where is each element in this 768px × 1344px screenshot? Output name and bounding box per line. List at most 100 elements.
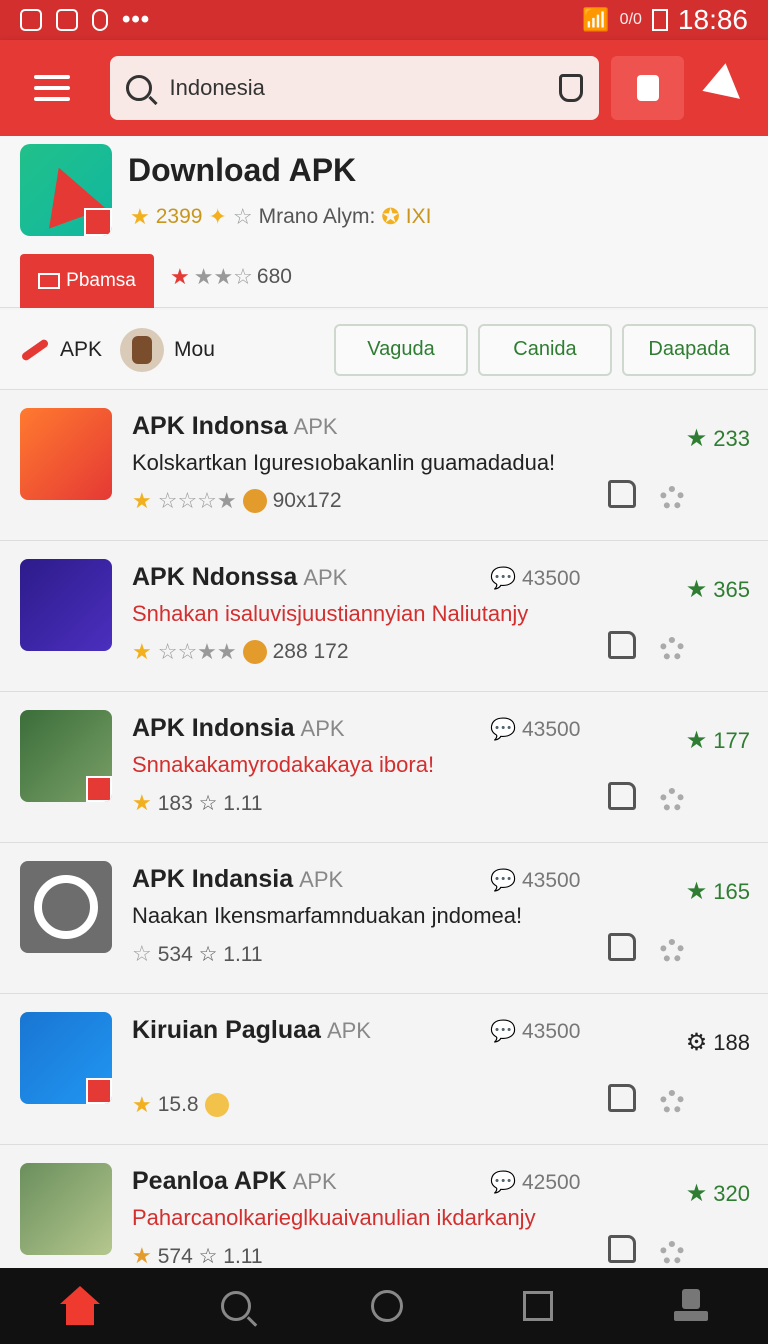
app-description: Naakan Ikensmarfamnduakan jndomea! — [132, 903, 523, 928]
like-icon[interactable] — [608, 782, 636, 810]
app-list: APK Indonsa APK Kolskartkan Iguresıobakan… — [0, 390, 768, 1281]
list-item[interactable]: APK Indonsa APK Kolskartkan Iguresıobakan… — [0, 390, 768, 541]
app-logo — [20, 144, 112, 236]
message-icon — [56, 9, 78, 31]
download-icon[interactable] — [673, 1289, 708, 1323]
category-avatar — [120, 327, 165, 372]
share-icon[interactable] — [660, 486, 684, 510]
comment-count: 💬 43500 — [490, 869, 581, 892]
app-icon — [20, 710, 112, 802]
search-icon[interactable] — [220, 1291, 251, 1321]
coin-icon — [242, 640, 267, 664]
comment-count: 💬 42500 — [490, 1171, 581, 1194]
app-title: APK Indansia APK — [132, 865, 344, 893]
share-icon[interactable] — [660, 939, 684, 963]
bolt-icon: ★ — [685, 576, 708, 603]
like-icon[interactable] — [608, 933, 636, 961]
list-item[interactable]: APK Ndonssa APK 💬 43500 Snhakan isaluvisj… — [0, 541, 768, 692]
list-item[interactable]: Kiruian Pagluaa APK 💬 43500 ★ 15.8 ⚙ 188 — [0, 994, 768, 1145]
share-icon[interactable] — [660, 1090, 684, 1114]
comment-count: 💬 43500 — [490, 1020, 581, 1043]
battery-icon — [651, 9, 668, 31]
like-icon[interactable] — [608, 631, 636, 659]
bolt-icon: ★ — [685, 1180, 708, 1207]
envelope-icon — [38, 273, 61, 289]
featured-rating-row: ★ ★★☆ 680 — [170, 264, 292, 290]
featured-rating: 2399 — [155, 205, 203, 228]
star-outline-icon: ☆ — [232, 204, 253, 229]
app-icon — [20, 559, 112, 651]
category-apk[interactable]: APK — [20, 338, 102, 362]
search-input[interactable] — [169, 75, 560, 101]
filter-chip[interactable]: Daapada — [622, 323, 756, 376]
recent-apps-icon[interactable] — [523, 1291, 554, 1321]
app-score: ★ 165 — [685, 878, 750, 905]
app-rating: ★ ☆☆★★ 288 172 — [132, 639, 349, 664]
send-icon[interactable] — [702, 63, 752, 113]
list-item[interactable]: APK Indansia APK 💬 43500 Naakan Ikensmarf… — [0, 843, 768, 994]
bolt-icon: ★ — [685, 727, 708, 754]
app-icon — [20, 1012, 112, 1104]
search-bar[interactable] — [109, 56, 600, 120]
category-mou[interactable]: Mou — [120, 327, 215, 372]
like-icon[interactable] — [608, 1235, 636, 1263]
list-item[interactable]: APK Indonsia APK 💬 43500 Snnakakamyrodaka… — [0, 692, 768, 843]
clock: 18:86 — [677, 4, 748, 35]
app-rating: ★ 183 ☆ 1.11 — [132, 790, 263, 815]
app-score: ★ 177 — [685, 727, 750, 754]
featured-badge-button[interactable]: Pbamsa — [20, 254, 154, 308]
app-description: Paharcanolkarieglkuaivanulian ikdarkanjy — [132, 1205, 536, 1230]
star-half-icon: ✦ — [208, 204, 227, 229]
app-score: ★ 233 — [685, 425, 750, 452]
list-item[interactable]: Peanloa APK APK 💬 42500 Paharcanolkariegl… — [0, 1145, 768, 1281]
menu-icon[interactable] — [34, 75, 70, 101]
filter-chip[interactable]: Canida — [478, 323, 612, 376]
featured-meta: ★ 2399 ✦ ☆ Mrano Alym: ✪ IXI — [130, 204, 431, 230]
app-icon — [20, 1163, 112, 1255]
app-icon — [20, 861, 112, 953]
app-title: APK Indonsia APK — [132, 714, 345, 742]
notification-icon — [20, 9, 42, 31]
category-label: APK — [60, 337, 103, 361]
app-title: Kiruian Pagluaa APK — [132, 1016, 371, 1044]
share-icon[interactable] — [660, 1241, 684, 1265]
app-score: ★ 320 — [685, 1180, 750, 1207]
app-description: Snnakakamyrodakakaya ibora! — [132, 752, 435, 777]
bone-icon — [20, 337, 50, 362]
comment-count: 💬 43500 — [490, 567, 581, 590]
bottom-navigation — [0, 1268, 768, 1344]
more-notifications-icon: ••• — [122, 6, 151, 33]
shield-icon[interactable] — [559, 74, 584, 102]
like-icon[interactable] — [608, 480, 636, 508]
app-description: Kolskartkan Iguresıobakanlin guamadadua! — [132, 450, 556, 475]
data-rate: 0/0 — [619, 11, 642, 28]
star-icon: ★ — [130, 204, 150, 229]
status-bar: ••• 📶 0/0 18:86 — [0, 0, 768, 40]
featured-title: Download APK — [128, 152, 357, 188]
search-icon — [125, 75, 152, 101]
bolt-icon: ★ — [685, 425, 708, 452]
coin-icon — [204, 1093, 229, 1117]
like-icon[interactable] — [608, 1084, 636, 1112]
filter-chip[interactable]: Vaguda — [334, 323, 468, 376]
star-icon: ★ — [170, 264, 190, 289]
share-icon[interactable] — [660, 788, 684, 812]
share-icon[interactable] — [660, 637, 684, 661]
app-score: ⚙ 188 — [685, 1029, 750, 1056]
star-outline-icon: ★★☆ — [193, 264, 253, 289]
shield-icon — [92, 9, 108, 31]
home-button-icon[interactable] — [370, 1290, 403, 1322]
featured-rating-count: 680 — [256, 265, 292, 288]
app-rating: ★ ☆☆☆★ 90x172 — [132, 488, 342, 513]
app-rating: ★ 574 ☆ 1.11 — [132, 1243, 263, 1268]
featured-app[interactable]: Download APK ★ 2399 ✦ ☆ Mrano Alym: ✪ IX… — [0, 136, 768, 308]
comment-count: 💬 43500 — [490, 718, 581, 741]
coin-icon — [242, 489, 267, 513]
app-bar — [0, 40, 768, 136]
lock-button[interactable] — [611, 56, 684, 120]
home-icon[interactable] — [60, 1286, 101, 1326]
filter-row: APK Mou Vaguda Canida Daapada — [0, 310, 768, 390]
app-rating: ☆ 534 ☆ 1.11 — [132, 941, 263, 966]
app-description: Snhakan isaluvisjuustiannyian Naliutanjy — [132, 601, 529, 626]
bolt-icon: ★ — [685, 878, 708, 905]
